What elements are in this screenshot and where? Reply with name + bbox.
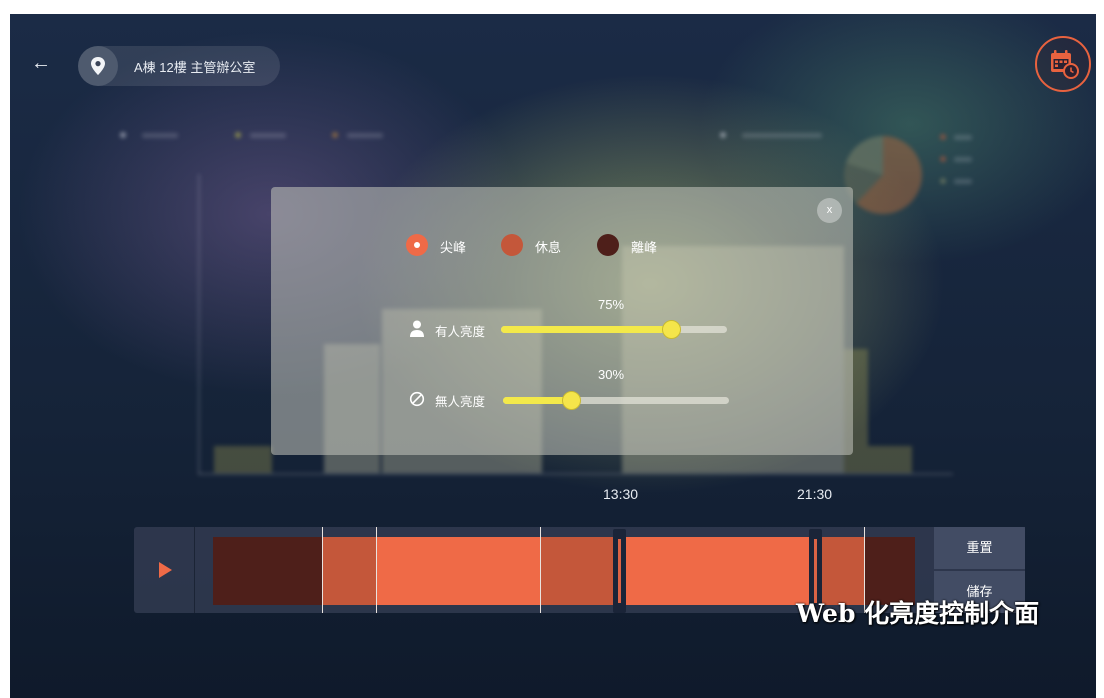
play-icon bbox=[159, 562, 172, 578]
close-button[interactable]: x bbox=[817, 198, 842, 223]
occupied-brightness-slider[interactable] bbox=[501, 320, 727, 339]
timeline-handle-start[interactable] bbox=[613, 529, 626, 613]
play-button[interactable] bbox=[134, 527, 195, 613]
location-selector[interactable]: A棟 12樓 主管辦公室 bbox=[78, 46, 280, 86]
mode-label-off-peak: 離峰 bbox=[631, 240, 658, 255]
occupied-brightness-label: 有人亮度 bbox=[435, 325, 486, 339]
mode-option-off-peak[interactable]: 離峰 bbox=[597, 233, 667, 257]
map-pin-icon bbox=[78, 46, 118, 86]
mode-option-rest[interactable]: 休息 bbox=[501, 233, 571, 257]
timeline-segment-peak[interactable] bbox=[619, 537, 815, 605]
mode-label-peak: 尖峰 bbox=[440, 240, 467, 255]
brightness-settings-dialog: x 尖峰 休息 離峰 75% 有人亮度 30% 無人亮度 bbox=[271, 187, 853, 455]
vacant-brightness-slider[interactable] bbox=[503, 391, 729, 410]
slider-fill bbox=[503, 397, 571, 404]
prohibited-icon bbox=[409, 391, 425, 407]
timeline-divider bbox=[540, 527, 541, 613]
reset-button[interactable]: 重置 bbox=[934, 527, 1025, 569]
caption: Web 化亮度控制介面 bbox=[796, 599, 1040, 628]
mode-option-peak[interactable]: 尖峰 bbox=[406, 233, 476, 257]
timeline-divider bbox=[322, 527, 323, 613]
location-label: A棟 12樓 主管辦公室 bbox=[134, 60, 256, 75]
timeline-divider bbox=[376, 527, 377, 613]
occupied-brightness-value: 75% bbox=[598, 297, 625, 312]
color-dot-icon bbox=[597, 234, 619, 256]
person-icon bbox=[410, 320, 424, 337]
vacant-brightness-label: 無人亮度 bbox=[435, 395, 486, 409]
arrow-left-icon: ← bbox=[31, 52, 51, 74]
color-dot-icon bbox=[501, 234, 523, 256]
vacant-brightness-value: 30% bbox=[598, 367, 625, 382]
back-button[interactable]: ← bbox=[30, 52, 52, 74]
time-marker-end: 21:30 bbox=[797, 486, 833, 502]
radio-selected-icon bbox=[406, 234, 428, 256]
time-marker-start: 13:30 bbox=[603, 486, 639, 502]
slider-handle[interactable] bbox=[662, 320, 681, 339]
timeline-segment-rest[interactable] bbox=[323, 537, 377, 605]
slider-fill bbox=[501, 326, 671, 333]
timeline-segment-rest[interactable] bbox=[541, 537, 619, 605]
schedule-button[interactable] bbox=[1035, 36, 1091, 92]
mode-label-rest: 休息 bbox=[535, 240, 562, 255]
slider-handle[interactable] bbox=[562, 391, 581, 410]
timeline-segment-peak[interactable] bbox=[377, 537, 541, 605]
calendar-clock-icon bbox=[1051, 50, 1079, 79]
timeline-segment-off-peak[interactable] bbox=[213, 537, 323, 605]
